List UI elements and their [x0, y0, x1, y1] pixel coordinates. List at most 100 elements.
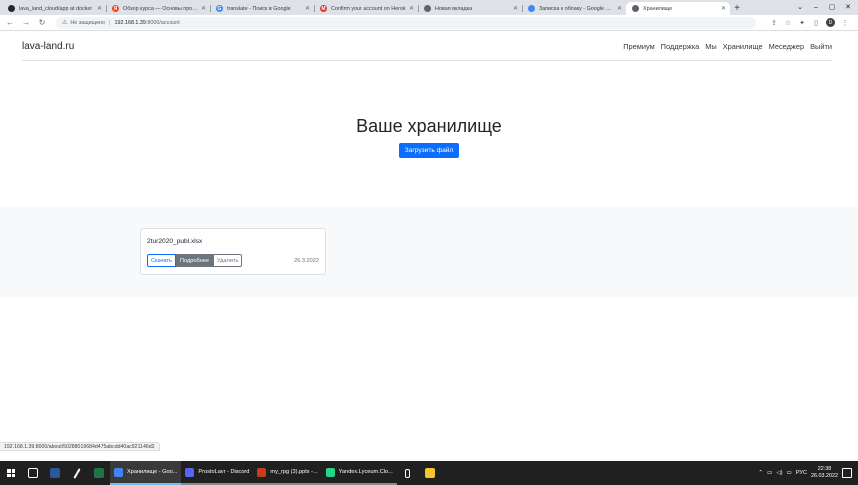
- sidebar-icon[interactable]: ▯: [809, 19, 823, 27]
- tab-title: lava_land_cloud/app at docker: [19, 5, 93, 12]
- file-explorer-icon[interactable]: [419, 461, 441, 485]
- powerpoint-icon: [257, 467, 267, 477]
- close-tab-icon[interactable]: ✕: [721, 5, 726, 12]
- file-actions: Скачать Подробнее Удалить: [147, 254, 243, 267]
- chrome-icon: [424, 5, 431, 12]
- tab-title: Confirm your account on Herok: [331, 5, 406, 12]
- maximize-icon[interactable]: ▢: [824, 1, 840, 13]
- window-controls: ⌄ – ▢ ✕: [792, 1, 856, 13]
- excel-icon[interactable]: [88, 461, 110, 485]
- browser-tab[interactable]: Я Обзор курса — Основы програ ✕: [106, 2, 210, 15]
- nav-link[interactable]: Выйти: [810, 42, 832, 51]
- browser-tab[interactable]: Gtranslate - Поиск в Google ✕: [210, 2, 314, 15]
- brand-logo[interactable]: lava-land.ru: [22, 41, 74, 52]
- share-icon[interactable]: ⇪: [767, 19, 781, 27]
- chevron-up-icon[interactable]: ⌃: [758, 470, 763, 476]
- volume-icon[interactable]: ◁): [776, 470, 782, 476]
- taskbar-app-label: my_rpg (3).pptx -...: [270, 469, 318, 475]
- delete-button[interactable]: Удалить: [213, 254, 243, 267]
- task-view-icon[interactable]: [22, 461, 44, 485]
- phone-icon[interactable]: [397, 461, 419, 485]
- forward-icon[interactable]: →: [20, 17, 32, 29]
- close-tab-icon[interactable]: ✕: [201, 5, 206, 12]
- taskbar-apps: Хранилище - Goo... ProstoLavr - Discord my…: [110, 461, 397, 485]
- url-path[interactable]: :8000/account: [146, 20, 180, 26]
- nav-link[interactable]: Хранилище: [723, 42, 763, 51]
- nav-link[interactable]: Премиум: [623, 42, 654, 51]
- new-tab-button[interactable]: +: [730, 2, 744, 15]
- menu-icon[interactable]: ⋮: [838, 19, 852, 27]
- browser-tab[interactable]: M Confirm your account on Herok ✕: [314, 2, 418, 15]
- site-header: lava-land.ru Премиум Поддержка Мы Хранилище…: [22, 32, 832, 61]
- language-indicator[interactable]: РУС: [796, 470, 807, 476]
- github-icon: [8, 5, 15, 12]
- download-button[interactable]: Скачать: [147, 254, 176, 267]
- taskbar-app[interactable]: Хранилище - Goo...: [110, 461, 182, 485]
- taskbar-app-label: Yandex.Lyceum.Clo...: [338, 469, 393, 475]
- google-docs-icon: [528, 5, 535, 12]
- page-content: lava-land.ru Премиум Поддержка Мы Хранилище…: [0, 32, 858, 451]
- chrome-icon: [114, 467, 123, 477]
- start-button[interactable]: [0, 461, 22, 485]
- close-tab-icon[interactable]: ✕: [409, 5, 414, 12]
- chevron-down-icon[interactable]: ⌄: [792, 1, 808, 13]
- close-tab-icon[interactable]: ✕: [97, 5, 102, 12]
- file-date: 26.3.2022: [294, 258, 319, 264]
- word-icon[interactable]: [44, 461, 66, 485]
- google-icon: G: [216, 5, 223, 12]
- close-icon[interactable]: ✕: [840, 1, 856, 13]
- taskbar-app[interactable]: ProstoLavr - Discord: [181, 461, 254, 485]
- taskbar-app-label: ProstoLavr - Discord: [198, 469, 250, 475]
- reload-icon[interactable]: ↻: [36, 17, 48, 29]
- bookmark-star-icon[interactable]: ☆: [781, 19, 795, 27]
- divider: |: [109, 19, 111, 26]
- nav-link[interactable]: Мы: [705, 42, 716, 51]
- tab-title: Записка к облаку - Google Док: [539, 5, 614, 12]
- tab-title: translate - Поиск в Google: [227, 5, 291, 12]
- upload-file-button[interactable]: Загрузить файл: [398, 143, 460, 158]
- security-label[interactable]: Не защищено: [70, 20, 105, 26]
- yandex-icon: Я: [112, 5, 119, 12]
- discord-icon: [185, 467, 195, 477]
- url-host[interactable]: 192.168.1.39: [114, 20, 145, 26]
- files-section: 2tur2020_publ.xlsx Скачать Подробнее Уда…: [0, 207, 858, 297]
- details-button[interactable]: Подробнее: [175, 254, 213, 267]
- file-card: 2tur2020_publ.xlsx Скачать Подробнее Уда…: [140, 228, 326, 275]
- clock-time: 22:38: [817, 466, 832, 472]
- browser-tab[interactable]: Хранилище ✕: [626, 2, 730, 15]
- hero-section: Ваше хранилище Загрузить файл: [0, 116, 858, 158]
- file-name: 2tur2020_publ.xlsx: [147, 238, 203, 245]
- back-icon[interactable]: ←: [4, 17, 16, 29]
- main-nav: Премиум Поддержка Мы Хранилище Меседжер Выйти: [623, 42, 832, 51]
- system-tray: ⌃ ▭ ◁) ▭ РУС 22:38 26.03.2022: [758, 466, 858, 480]
- close-tab-icon[interactable]: ✕: [513, 5, 518, 12]
- taskbar-app[interactable]: my_rpg (3).pptx -...: [253, 461, 322, 485]
- tab-title: Новая вкладка: [435, 5, 473, 12]
- address-bar[interactable]: ⚠ Не защищено | 192.168.1.39 :8000/accou…: [56, 16, 756, 29]
- taskbar-app[interactable]: Yandex.Lyceum.Clo...: [321, 461, 397, 485]
- network-icon[interactable]: ▭: [767, 470, 772, 476]
- notifications-icon[interactable]: [842, 468, 852, 478]
- browser-tab[interactable]: lava_land_cloud/app at docker ✕: [2, 2, 106, 15]
- taskbar-app-label: Хранилище - Goo...: [127, 469, 178, 475]
- taskbar: Хранилище - Goo... ProstoLavr - Discord my…: [0, 461, 858, 485]
- tab-title: Хранилище: [643, 5, 673, 12]
- gmail-icon: M: [320, 5, 327, 12]
- nav-link[interactable]: Меседжер: [769, 42, 804, 51]
- pen-icon[interactable]: [66, 461, 88, 485]
- close-tab-icon[interactable]: ✕: [305, 5, 310, 12]
- clock[interactable]: 22:38 26.03.2022: [811, 466, 838, 480]
- globe-icon: [632, 5, 639, 12]
- close-tab-icon[interactable]: ✕: [617, 5, 622, 12]
- minimize-icon[interactable]: –: [808, 1, 824, 13]
- extensions-icon[interactable]: ✦: [795, 19, 809, 27]
- browser-tab[interactable]: Новая вкладка ✕: [418, 2, 522, 15]
- tab-title: Обзор курса — Основы програ: [123, 5, 198, 12]
- warning-icon[interactable]: ⚠: [62, 19, 67, 26]
- browser-tab-strip: lava_land_cloud/app at docker ✕ Я Обзор кур…: [0, 0, 858, 15]
- nav-link[interactable]: Поддержка: [661, 42, 700, 51]
- profile-avatar[interactable]: D: [826, 18, 835, 27]
- browser-tab[interactable]: Записка к облаку - Google Док ✕: [522, 2, 626, 15]
- battery-icon[interactable]: ▭: [787, 470, 792, 476]
- status-bar-url: 192.168.1.39:8000/about/50288019684d475a…: [0, 442, 160, 451]
